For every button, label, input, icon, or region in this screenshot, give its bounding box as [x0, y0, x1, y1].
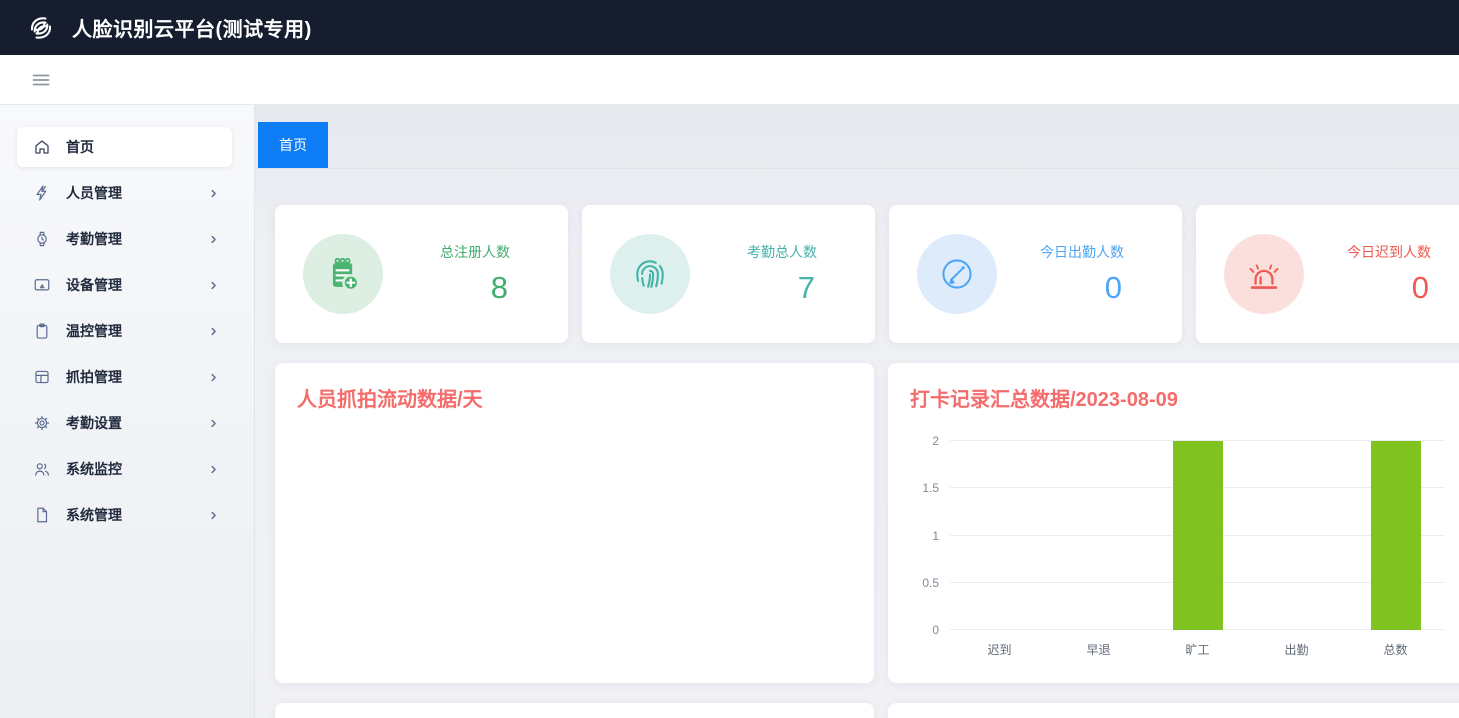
watch-icon — [33, 230, 51, 248]
chevron-right-icon — [207, 371, 220, 384]
file-icon — [33, 506, 51, 524]
pencil-circle-icon — [917, 234, 997, 314]
home-icon — [33, 138, 51, 156]
stat-card-text: 考勤总人数 7 — [747, 242, 817, 306]
sidebar-item-capture[interactable]: 抓拍管理 — [17, 357, 232, 397]
chevron-right-icon — [207, 279, 220, 292]
sidebar-item-temperature[interactable]: 温控管理 — [17, 311, 232, 351]
sidebar-item-label: 人员管理 — [66, 183, 122, 203]
bar-旷工 — [1173, 441, 1223, 630]
stat-card-value: 0 — [1412, 270, 1431, 306]
x-tick-label: 出勤 — [1247, 641, 1346, 658]
clipboard-icon — [33, 322, 51, 340]
y-tick-label: 0 — [932, 624, 939, 636]
sidebar-item-system[interactable]: 系统管理 — [17, 495, 232, 535]
stat-card-label: 今日出勤人数 — [1040, 242, 1124, 262]
swirl-logo-icon — [22, 9, 60, 47]
chevron-right-icon — [207, 417, 220, 430]
stat-card-label: 考勤总人数 — [747, 242, 817, 262]
x-tick-label: 迟到 — [950, 641, 1049, 658]
bottom-right-panel — [888, 703, 1459, 718]
sidebar-item-label: 系统监控 — [66, 459, 122, 479]
tab-bar: 首页 — [255, 105, 1459, 169]
sidebar: 首页 人员管理 考勤管理 设备管理 温控管理 抓拍管理 考勤设置 系统监控 — [0, 105, 255, 718]
bar-slot — [1049, 441, 1148, 630]
capture-flow-panel: 人员抓拍流动数据/天 — [275, 363, 874, 683]
x-tick-label: 总数 — [1346, 641, 1445, 658]
punch-summary-bar-chart: 00.511.52 迟到 早退 旷工 出勤 总数 — [950, 441, 1445, 630]
y-tick-label: 0.5 — [922, 577, 939, 589]
sidebar-item-attendance-settings[interactable]: 考勤设置 — [17, 403, 232, 443]
sidebar-item-home[interactable]: 首页 — [17, 127, 232, 167]
x-tick-label: 旷工 — [1148, 641, 1247, 658]
sidebar-item-label: 首页 — [66, 137, 94, 157]
stat-card-label: 今日迟到人数 — [1347, 242, 1431, 262]
bar-slot — [950, 441, 1049, 630]
stat-cards-row: 总注册人数 8 考勤总人数 7 今日出勤人数 0 今日迟到人数 0 — [255, 205, 1459, 343]
sidebar-item-device[interactable]: 设备管理 — [17, 265, 232, 305]
layout-icon — [33, 368, 51, 386]
stat-card-value: 8 — [491, 270, 510, 306]
page-title: 人脸识别云平台(测试专用) — [72, 13, 312, 42]
app-header: 人脸识别云平台(测试专用) — [0, 0, 1459, 55]
alarm-icon — [1224, 234, 1304, 314]
hamburger-icon[interactable] — [32, 71, 50, 89]
stat-card-text: 今日迟到人数 0 — [1347, 242, 1431, 306]
chevron-right-icon — [207, 187, 220, 200]
toolbar — [0, 55, 1459, 105]
gear-icon — [33, 414, 51, 432]
stat-card-label: 总注册人数 — [440, 242, 510, 262]
stat-card-text: 总注册人数 8 — [440, 242, 510, 306]
bar-slot — [1247, 441, 1346, 630]
sidebar-item-label: 设备管理 — [66, 275, 122, 295]
users-icon — [33, 460, 51, 478]
bar-总数 — [1371, 441, 1421, 630]
main-content: 首页 总注册人数 8 考勤总人数 7 今日出勤人数 0 今日迟到人数 0 — [255, 105, 1459, 718]
chevron-right-icon — [207, 325, 220, 338]
monitor-icon — [33, 276, 51, 294]
bar-slot — [1148, 441, 1247, 630]
sidebar-item-label: 温控管理 — [66, 321, 122, 341]
sidebar-item-label: 考勤设置 — [66, 413, 122, 433]
sidebar-item-personnel[interactable]: 人员管理 — [17, 173, 232, 213]
punch-summary-panel-title: 打卡记录汇总数据/2023-08-09 — [910, 383, 1178, 412]
bottom-panels-row — [255, 703, 1459, 718]
stat-card-attendance-total: 考勤总人数 7 — [582, 205, 875, 343]
sidebar-item-label: 系统管理 — [66, 505, 122, 525]
y-tick-label: 1 — [932, 530, 939, 542]
y-tick-label: 1.5 — [922, 482, 939, 494]
sidebar-item-system-monitor[interactable]: 系统监控 — [17, 449, 232, 489]
bolt-icon — [33, 184, 51, 202]
sidebar-item-label: 考勤管理 — [66, 229, 122, 249]
y-tick-label: 2 — [932, 435, 939, 447]
bar-slot — [1346, 441, 1445, 630]
chevron-right-icon — [207, 233, 220, 246]
stat-card-today-present: 今日出勤人数 0 — [889, 205, 1182, 343]
chevron-right-icon — [207, 463, 220, 476]
tab-home[interactable]: 首页 — [258, 122, 328, 168]
stat-card-today-late: 今日迟到人数 0 — [1196, 205, 1459, 343]
sidebar-item-attendance[interactable]: 考勤管理 — [17, 219, 232, 259]
stat-card-value: 0 — [1105, 270, 1124, 306]
chevron-right-icon — [207, 509, 220, 522]
chart-panels-row: 人员抓拍流动数据/天 打卡记录汇总数据/2023-08-09 00.511.52… — [255, 363, 1459, 683]
bottom-left-panel — [275, 703, 874, 718]
stat-card-value: 7 — [798, 270, 817, 306]
capture-flow-panel-title: 人员抓拍流动数据/天 — [297, 383, 483, 412]
sidebar-item-label: 抓拍管理 — [66, 367, 122, 387]
fingerprint-icon — [610, 234, 690, 314]
register-icon — [303, 234, 383, 314]
stat-card-text: 今日出勤人数 0 — [1040, 242, 1124, 306]
punch-summary-panel: 打卡记录汇总数据/2023-08-09 00.511.52 迟到 早退 旷工 出… — [888, 363, 1459, 683]
stat-card-registered-total: 总注册人数 8 — [275, 205, 568, 343]
x-tick-label: 早退 — [1049, 641, 1148, 658]
